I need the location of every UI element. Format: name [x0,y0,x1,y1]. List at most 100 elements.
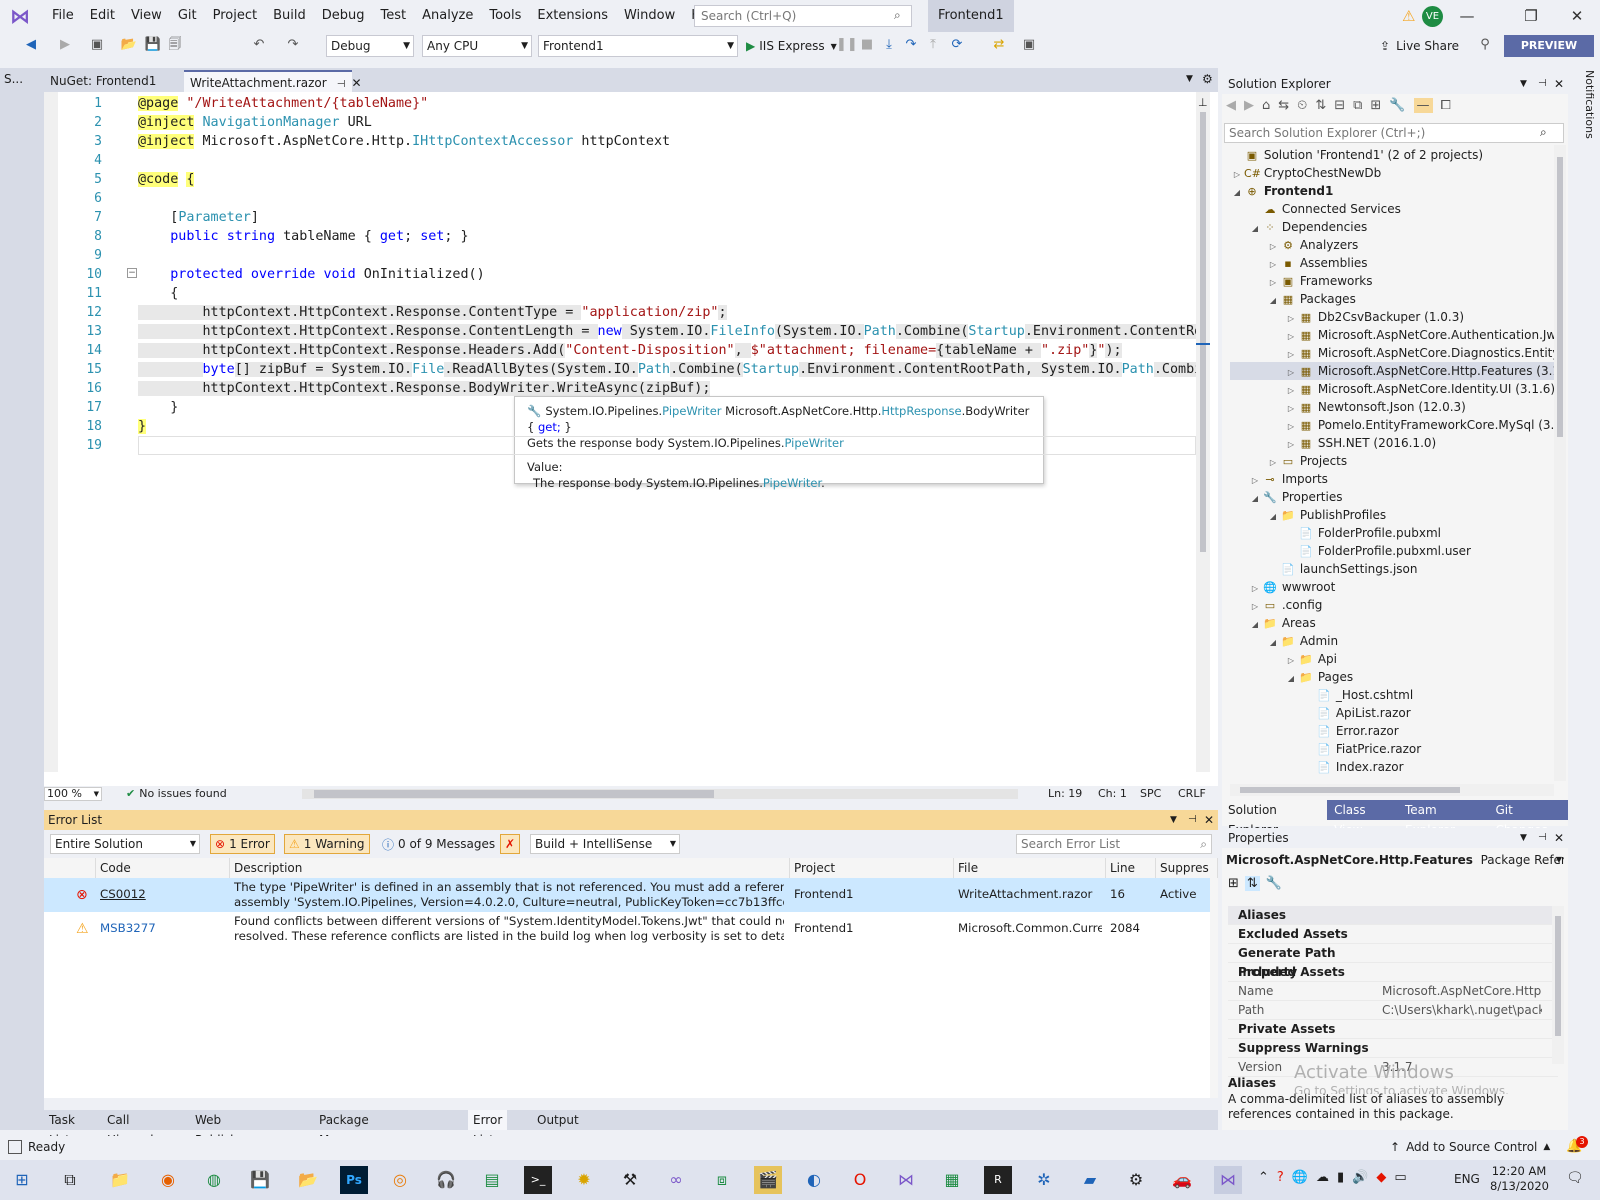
tree-item[interactable]: ▷ ▦ Microsoft.AspNetCore.Identity.UI (3.1… [1284,380,1554,398]
network-app-icon[interactable]: ✲ [1030,1166,1058,1194]
tree-vscroll[interactable] [1554,145,1566,781]
property-row[interactable]: Generate Path Property [1228,944,1558,979]
floppy-app-icon[interactable]: 💾 [246,1166,274,1194]
property-pages-icon[interactable]: 🔧 [1266,876,1282,891]
warnings-filter-button[interactable]: ⚠ 1 Warning [284,834,370,854]
close-icon[interactable]: ✕ [1204,810,1214,830]
usb-icon[interactable]: ▮ [1337,1170,1344,1185]
tree-item[interactable]: ▷ ▣ Frameworks [1266,272,1554,290]
expander-icon[interactable]: ◢ [1230,184,1244,202]
tree-item[interactable]: ☁ Connected Services [1248,200,1554,218]
minus-icon[interactable]: — [1413,98,1433,113]
source-control-button[interactable]: ↑ Add to Source Control ▲ [1390,1140,1550,1154]
col-line[interactable]: Line [1106,858,1156,878]
close-icon[interactable]: ✕ [1554,0,1600,32]
edge-icon[interactable]: ◐ [800,1166,828,1194]
opera-icon[interactable]: O [846,1166,874,1194]
warning-icon[interactable]: ⚠ [1402,7,1415,25]
code-line[interactable]: @inject Microsoft.AspNetCore.Http.IHttpC… [138,132,670,151]
network-icon[interactable]: 🌐 [1292,1170,1308,1185]
property-value[interactable]: Microsoft.AspNetCore.Http.Fe [1382,982,1542,1001]
col-description[interactable]: Description [230,858,790,878]
code-line[interactable]: httpContext.HttpContext.Response.Headers… [138,341,1122,360]
puzzle-app-icon[interactable]: ⧈ [708,1166,736,1194]
editor-hscroll[interactable] [302,789,1018,799]
tree-item[interactable]: ▷ 🌐 wwwroot [1248,578,1554,596]
pending-changes-icon[interactable]: ⏲ [1297,98,1307,113]
sync-icon[interactable]: ⇅ [1315,98,1326,113]
expander-icon[interactable]: ◢ [1248,220,1262,238]
settings-icon[interactable]: ⚙ [1202,72,1213,86]
menu-debug[interactable]: Debug [314,0,373,32]
scroll-thumb[interactable] [1555,916,1561,1036]
switch-views-icon[interactable]: ⇆ [1278,98,1289,113]
menu-analyze[interactable]: Analyze [414,0,481,32]
rider-icon[interactable]: R [984,1166,1012,1194]
menu-file[interactable]: File [44,0,82,32]
close-tab-icon[interactable]: ✕ [351,76,361,90]
tree-item[interactable]: 📄 launchSettings.json [1266,560,1554,578]
tab-writeattachment[interactable]: WriteAttachment.razor ⊣ ✕ [184,70,362,92]
tree-item[interactable]: ◢ ⁘ Dependencies [1248,218,1554,236]
tree-item[interactable]: 📄 ApiList.razor [1302,704,1554,722]
maps-app-icon[interactable]: ▦ [938,1166,966,1194]
tree-item[interactable]: ▷ ⚙ Analyzers [1266,236,1554,254]
panel-options-icon[interactable]: ▼ [1520,828,1527,848]
battery-icon[interactable]: ▭ [1394,1170,1406,1185]
chevron-up-icon[interactable]: ⌃ [1258,1170,1269,1185]
clapper-app-icon[interactable]: 🎬 [754,1166,782,1194]
tree-item[interactable]: ◢ 🔧 Properties [1248,488,1554,506]
prop-vscroll[interactable] [1552,906,1564,1064]
refresh-icon[interactable]: ⟳ [948,36,966,54]
tree-item[interactable]: ▷ ▭ .config [1248,596,1554,614]
tree-item[interactable]: ▷ ▦ Microsoft.AspNetCore.Http.Features (3… [1230,362,1554,380]
action-center-icon[interactable]: 🗨 [1566,1170,1584,1186]
browser-link-icon[interactable]: ⇄ [990,36,1008,54]
language-indicator[interactable]: ENG [1454,1172,1480,1186]
volume-icon[interactable]: 🔊 [1352,1170,1368,1185]
tree-item[interactable]: ▷ ▪ Assemblies [1266,254,1554,272]
menu-git[interactable]: Git [170,0,205,32]
menu-extensions[interactable]: Extensions [529,0,616,32]
tree-item[interactable]: ▷ ▦ SSH.NET (2016.1.0) [1284,434,1554,452]
menu-edit[interactable]: Edit [82,0,123,32]
step-into-icon[interactable]: ⤓ [880,36,898,54]
tree-item[interactable]: ◢ ⊕ Frontend1 [1230,182,1554,200]
run-button[interactable]: ▶ IIS Express ▼ [746,36,837,56]
property-row[interactable]: Name Microsoft.AspNetCore.Http.Fe [1228,982,1558,1001]
tree-item[interactable]: ▣ Solution 'Frontend1' (2 of 2 projects) [1230,146,1554,164]
back-icon[interactable]: ◀ [1226,98,1236,113]
tab-call-hierarchy[interactable]: Call Hierarchy [102,1110,170,1147]
error-list-vscroll[interactable] [1210,878,1218,1098]
tools-app-icon[interactable]: ⚒ [616,1166,644,1194]
tab-solution-explorer[interactable]: Solution Explorer [1222,800,1328,837]
collapse-all-icon[interactable]: ⊟ [1334,98,1345,113]
panel-options-icon[interactable]: ▼ [1520,74,1527,94]
stop-icon[interactable]: ■ [858,36,876,54]
col-suppression[interactable]: Suppres [1156,858,1218,878]
code-line[interactable]: } [138,417,147,436]
alphabetical-icon[interactable]: ⇅ [1244,876,1260,891]
pin-icon[interactable]: ⊣ [1538,828,1547,848]
help-tray-icon[interactable]: ? [1277,1170,1284,1185]
tree-item[interactable]: ▷ 📁 Api [1284,650,1554,668]
expander-icon[interactable]: ◢ [1248,616,1262,634]
code-line[interactable]: httpContext.HttpContext.Response.Content… [138,303,727,322]
save-all-icon[interactable]: 🗐 [166,36,184,54]
link-app-icon[interactable]: ∞ [662,1166,690,1194]
tab-team-explorer[interactable]: Team Explorer [1399,800,1489,837]
restore-icon[interactable]: ❐ [1508,0,1554,32]
collapse-icon[interactable]: − [127,268,137,278]
tree-item[interactable]: ◢ 📁 Admin [1266,632,1554,650]
tree-item[interactable]: ▷ ▦ Microsoft.AspNetCore.Authentication.J… [1284,326,1554,344]
cloud-icon[interactable]: ☁ [1316,1170,1329,1185]
error-code-link[interactable]: CS0012 [100,887,220,902]
property-row[interactable]: Included Assets [1228,963,1558,982]
code-line[interactable]: byte[] zipBuf = System.IO.File.ReadAllBy… [138,360,1196,379]
bug-app-icon[interactable]: ✹ [570,1166,598,1194]
menu-view[interactable]: View [123,0,170,32]
avatar[interactable]: VE [1422,6,1443,27]
property-row[interactable]: Suppress Warnings [1228,1039,1558,1058]
code-line[interactable]: @inject NavigationManager URL [138,113,372,132]
expander-icon[interactable]: ◢ [1266,508,1280,526]
